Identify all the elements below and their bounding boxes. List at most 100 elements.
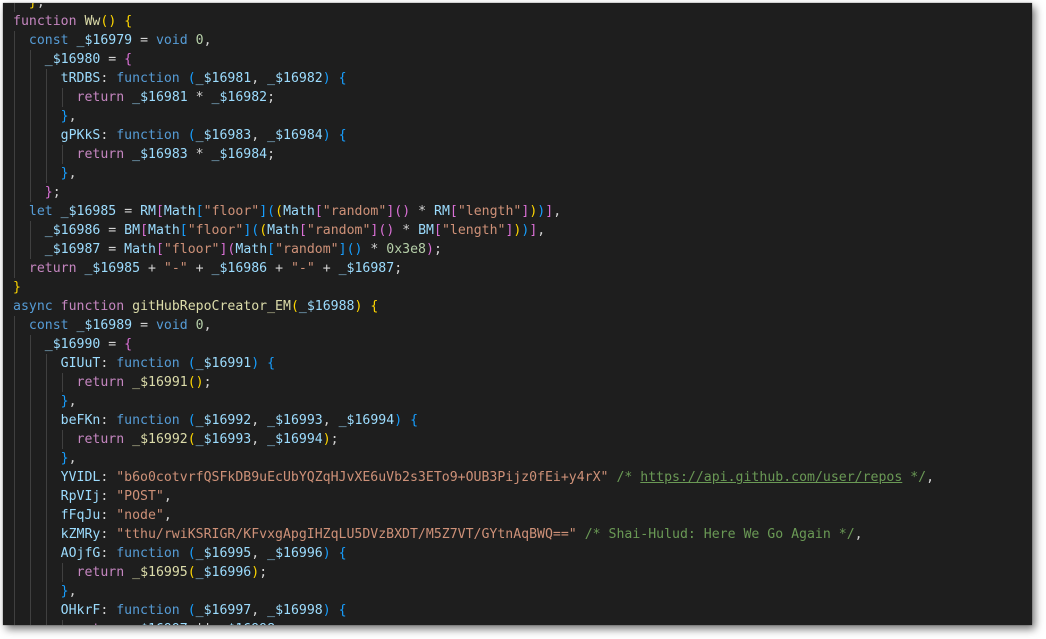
- code-token: "length": [441, 223, 506, 238]
- code-token: _$16981: [132, 90, 188, 105]
- code-token: }: [13, 280, 21, 295]
- code-token: (: [187, 413, 196, 428]
- code-token: RpVIj: [60, 489, 101, 504]
- code-token: }: [60, 109, 69, 124]
- code-token: [: [314, 204, 323, 219]
- code-token: (: [259, 223, 268, 238]
- code-token: =: [132, 318, 156, 333]
- code-token: :: [100, 508, 117, 523]
- code-token: ;: [394, 261, 403, 276]
- code-token: fFqJu: [60, 508, 101, 523]
- indent-guide: [14, 506, 15, 525]
- indent-guide: [14, 392, 15, 411]
- code-token: ]: [259, 204, 268, 219]
- indent-guide: [14, 601, 15, 620]
- indent-guide: [29, 69, 31, 88]
- code-token: function: [116, 128, 180, 143]
- code-token: =: [100, 337, 125, 352]
- code-token: gitHubRepoCreator_EM: [132, 299, 291, 314]
- code-token: ): [322, 432, 331, 447]
- code-token: +: [267, 261, 291, 276]
- code-token: beFKn: [60, 413, 101, 428]
- indent-guide: [45, 506, 47, 525]
- code-token: :: [100, 356, 117, 371]
- code-line: AOjfG: function (_$16995, _$16996) {: [3, 544, 1032, 563]
- code-token: (: [267, 204, 276, 219]
- code-area[interactable]: };function Ww() { const _$16979 = void 0…: [3, 3, 1032, 625]
- code-line: };: [3, 3, 1032, 12]
- code-token: {: [267, 356, 276, 371]
- code-token: YVIDL: [60, 470, 101, 485]
- code-token: _$16990: [44, 337, 101, 352]
- code-token: ): [322, 128, 331, 143]
- code-token: :: [100, 546, 117, 561]
- indent-guide: [14, 126, 15, 145]
- indent-guide: [14, 69, 15, 88]
- code-line: _$16986 = BM[Math["floor"]((Math["random…: [3, 221, 1032, 240]
- code-token: Math: [163, 204, 196, 219]
- code-token: https://api.github.com/user/repos: [640, 470, 903, 485]
- code-token: _$16995: [132, 565, 188, 580]
- indent-guide: [29, 468, 31, 487]
- code-token: "random": [306, 223, 371, 238]
- code-token: "tthu/rwiKSRIGR/KFvxgApgIHZqLU5DVzBXDT/M…: [116, 527, 577, 542]
- indent-guide: [45, 392, 47, 411]
- code-token: :: [100, 603, 117, 618]
- code-token: _$16994: [338, 413, 395, 428]
- code-token: (: [187, 71, 196, 86]
- code-line: function Ww() {: [3, 12, 1032, 31]
- code-token: _$16996: [267, 546, 323, 561]
- code-token: {: [338, 128, 347, 143]
- code-token: "floor": [163, 242, 220, 257]
- indent-guide: [29, 620, 31, 625]
- indent-guide: [29, 88, 31, 107]
- code-token: [: [140, 223, 149, 238]
- code-token: [: [195, 204, 204, 219]
- indent-guide: [45, 525, 47, 544]
- code-token: [: [179, 223, 188, 238]
- indent-guide: [29, 145, 31, 164]
- code-token: 0: [195, 318, 204, 333]
- code-token: function: [116, 356, 180, 371]
- code-token: +: [314, 261, 339, 276]
- code-token: [: [155, 242, 164, 257]
- indent-guide: [14, 145, 15, 164]
- code-token: _$16987: [338, 261, 395, 276]
- code-token: (: [275, 204, 284, 219]
- code-line: const _$16979 = void 0,: [3, 31, 1032, 50]
- code-token: *: [394, 223, 419, 238]
- code-token: (: [187, 432, 196, 447]
- code-token: const: [28, 318, 69, 333]
- code-line: _$16980 = {: [3, 50, 1032, 69]
- code-token: tRDBS: [60, 71, 101, 86]
- code-token: BM: [418, 223, 434, 238]
- indent-guide: [14, 3, 15, 12]
- code-token: (): [100, 14, 117, 29]
- indent-guide: [45, 449, 47, 468]
- indent-guide: [14, 164, 15, 183]
- indent-guide: [45, 468, 47, 487]
- code-token: ,: [203, 318, 212, 333]
- indent-guide: [29, 392, 31, 411]
- code-token: (: [187, 565, 196, 580]
- code-line: beFKn: function (_$16992, _$16993, _$169…: [3, 411, 1032, 430]
- code-token: ,: [203, 33, 212, 48]
- indent-guide: [29, 335, 31, 354]
- code-token: return: [28, 261, 77, 276]
- indent-guide: [45, 620, 47, 625]
- indent-guide: [29, 582, 31, 601]
- code-token: }: [60, 394, 69, 409]
- code-token: ,: [251, 432, 268, 447]
- code-token: +: [140, 261, 164, 276]
- code-token: (): [394, 204, 411, 219]
- code-token: (: [187, 356, 196, 371]
- code-token: _$16991: [132, 375, 188, 390]
